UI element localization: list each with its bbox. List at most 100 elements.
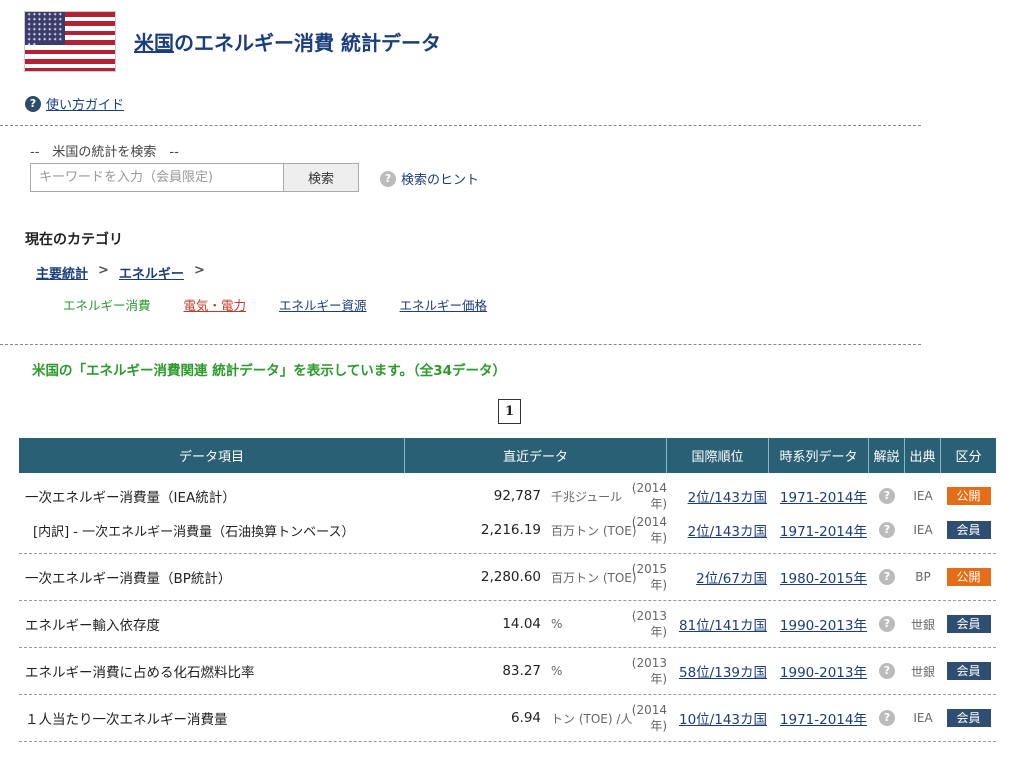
series-link[interactable]: 1980-2015年 — [780, 571, 867, 587]
data-year: (2014年) — [631, 480, 667, 511]
data-unit: 百万トン (TOE) — [551, 523, 637, 538]
breadcrumb-energy[interactable]: エネルギー — [119, 263, 184, 282]
table-row-group: 一次エネルギー消費量（IEA統計） 92,787 千兆ジュール (2014年) 2位/1… — [19, 473, 996, 554]
search-button[interactable]: 検索 — [283, 163, 359, 192]
data-table: データ項目 直近データ 国際順位 時系列データ 解説 出典 区分 一次エネルギー… — [19, 438, 996, 742]
rank-cell: 2位/143カ国 — [667, 486, 769, 506]
search-heading: -- 米国の統計を検索 -- — [30, 145, 179, 160]
table-row-group: エネルギー消費に占める化石燃料比率 83.27% (2013年) 58位/139カ国 1… — [19, 648, 996, 695]
pagination-current-page: 1 — [498, 399, 521, 424]
data-item-name: [内訳] - 一次エネルギー消費量（石油換算トンベース） — [33, 524, 355, 540]
series-link[interactable]: 1990-2013年 — [780, 618, 867, 634]
subcategory-list: エネルギー消費 電気・電力 エネルギー資源 エネルギー価格 — [63, 295, 487, 314]
search-hint-link[interactable]: 検索のヒント — [401, 169, 479, 188]
member-badge[interactable]: 会員 — [946, 662, 991, 680]
series-cell: 1990-2013年 — [769, 661, 869, 681]
subcategory-resources[interactable]: エネルギー資源 — [279, 295, 367, 314]
series-link[interactable]: 1971-2014年 — [780, 712, 867, 728]
member-badge[interactable]: 会員 — [946, 615, 991, 633]
latest-data: 83.27% (2013年) — [405, 656, 667, 687]
data-value: 92,787 — [493, 488, 541, 504]
category-cell: 会員 — [941, 615, 996, 633]
subcategory-electricity[interactable]: 電気・電力 — [184, 295, 247, 314]
table-row: エネルギー輸入依存度 14.04% (2013年) 81位/141カ国 1990-201… — [19, 607, 996, 641]
search-input[interactable] — [30, 163, 284, 192]
data-value: 2,280.60 — [480, 569, 541, 585]
help-icon[interactable]: ? — [879, 663, 895, 679]
data-unit: % — [551, 617, 563, 631]
data-year: (2013年) — [631, 608, 667, 639]
series-cell: 1971-2014年 — [769, 486, 869, 506]
public-badge[interactable]: 公開 — [946, 487, 991, 505]
help-icon[interactable]: ? — [879, 569, 895, 585]
series-link[interactable]: 1990-2013年 — [780, 665, 867, 681]
data-value: 83.27 — [502, 663, 541, 679]
series-link[interactable]: 1971-2014年 — [780, 490, 867, 506]
rank-cell: 2位/67カ国 — [667, 567, 769, 587]
data-item-name: 一次エネルギー消費量（IEA統計） — [25, 490, 236, 506]
category-heading: 現在のカテゴリ — [25, 232, 123, 248]
table-row-group: エネルギー輸入依存度 14.04% (2013年) 81位/141カ国 1990-201… — [19, 601, 996, 648]
result-summary: 米国の「エネルギー消費関連 統計データ」を表示しています。（全34データ） — [32, 363, 506, 379]
header-category: 区分 — [955, 450, 982, 465]
help-icon[interactable]: ? — [879, 616, 895, 632]
help-icon[interactable]: ? — [879, 710, 895, 726]
explanation-cell: ? — [869, 569, 905, 585]
data-year: (2014年) — [631, 702, 667, 733]
data-unit: 千兆ジュール — [551, 489, 623, 504]
help-icon[interactable]: ? — [879, 488, 895, 504]
latest-data: 92,787 千兆ジュール (2014年) — [405, 481, 667, 512]
member-badge[interactable]: 会員 — [946, 709, 991, 727]
category-cell: 公開 — [941, 568, 996, 586]
category-cell: 会員 — [941, 709, 996, 727]
source-label: IEA — [913, 523, 933, 537]
rank-cell: 81位/141カ国 — [667, 614, 769, 634]
explanation-cell: ? — [869, 710, 905, 726]
data-year: (2014年) — [631, 514, 667, 545]
latest-data: 14.04% (2013年) — [405, 609, 667, 640]
table-row: エネルギー消費に占める化石燃料比率 83.27% (2013年) 58位/139カ国 1… — [19, 654, 996, 688]
table-row: 一次エネルギー消費量（IEA統計） 92,787 千兆ジュール (2014年) 2位/1… — [19, 479, 996, 513]
series-cell: 1971-2014年 — [769, 708, 869, 728]
data-item-name: 一次エネルギー消費量（BP統計） — [25, 571, 232, 587]
rank-link[interactable]: 2位/143カ国 — [688, 524, 767, 540]
data-year: (2013年) — [631, 655, 667, 686]
table-header: データ項目 直近データ 国際順位 時系列データ 解説 出典 区分 — [19, 438, 996, 473]
us-flag-image: ✶✶✶✶✶✶✶✶✶✶✶✶✶✶✶✶✶✶✶✶✶✶✶✶✶✶✶✶✶✶✶✶✶✶✶✶✶✶✶✶… — [24, 11, 116, 72]
usage-guide: ? 使い方ガイド — [25, 94, 124, 113]
breadcrumb-main-stats[interactable]: 主要統計 — [36, 263, 88, 282]
subcategory-prices[interactable]: エネルギー価格 — [400, 295, 488, 314]
member-badge[interactable]: 会員 — [946, 521, 991, 539]
data-unit: トン (TOE) /人 — [551, 711, 633, 726]
latest-data: 2,280.60 百万トン (TOE) (2015年) — [405, 562, 667, 593]
search-hint[interactable]: ? 検索のヒント — [380, 169, 479, 188]
source-label: 世銀 — [910, 664, 935, 679]
data-value: 6.94 — [510, 710, 541, 726]
rank-cell: 2位/143カ国 — [667, 520, 769, 540]
country-link[interactable]: 米国 — [134, 31, 174, 55]
divider — [0, 125, 921, 126]
data-unit: % — [551, 664, 563, 678]
header-series: 時系列データ — [769, 438, 869, 473]
header-latest: 直近データ — [405, 438, 667, 473]
table-row-group: １人当たり一次エネルギー消費量 6.94 トン (TOE) /人 (2014年) 10位… — [19, 695, 996, 742]
help-icon[interactable]: ? — [879, 522, 895, 538]
divider — [0, 344, 921, 345]
rank-link[interactable]: 81位/141カ国 — [679, 618, 767, 634]
source-label: IEA — [913, 489, 933, 503]
public-badge[interactable]: 公開 — [946, 568, 991, 586]
rank-link[interactable]: 58位/139カ国 — [679, 665, 767, 681]
rank-link[interactable]: 2位/143カ国 — [688, 490, 767, 506]
help-icon: ? — [25, 95, 41, 112]
usage-guide-link[interactable]: 使い方ガイド — [46, 94, 124, 113]
rank-cell: 58位/139カ国 — [667, 661, 769, 681]
help-icon: ? — [380, 170, 396, 187]
source-label: 世銀 — [910, 617, 935, 632]
category-cell: 会員 — [941, 662, 996, 680]
rank-link[interactable]: 2位/67カ国 — [696, 571, 767, 587]
source-label: BP — [915, 570, 931, 584]
series-link[interactable]: 1971-2014年 — [780, 524, 867, 540]
header-source: 出典 — [905, 438, 941, 473]
category-cell: 公開 — [941, 487, 996, 505]
rank-link[interactable]: 10位/143カ国 — [679, 712, 767, 728]
